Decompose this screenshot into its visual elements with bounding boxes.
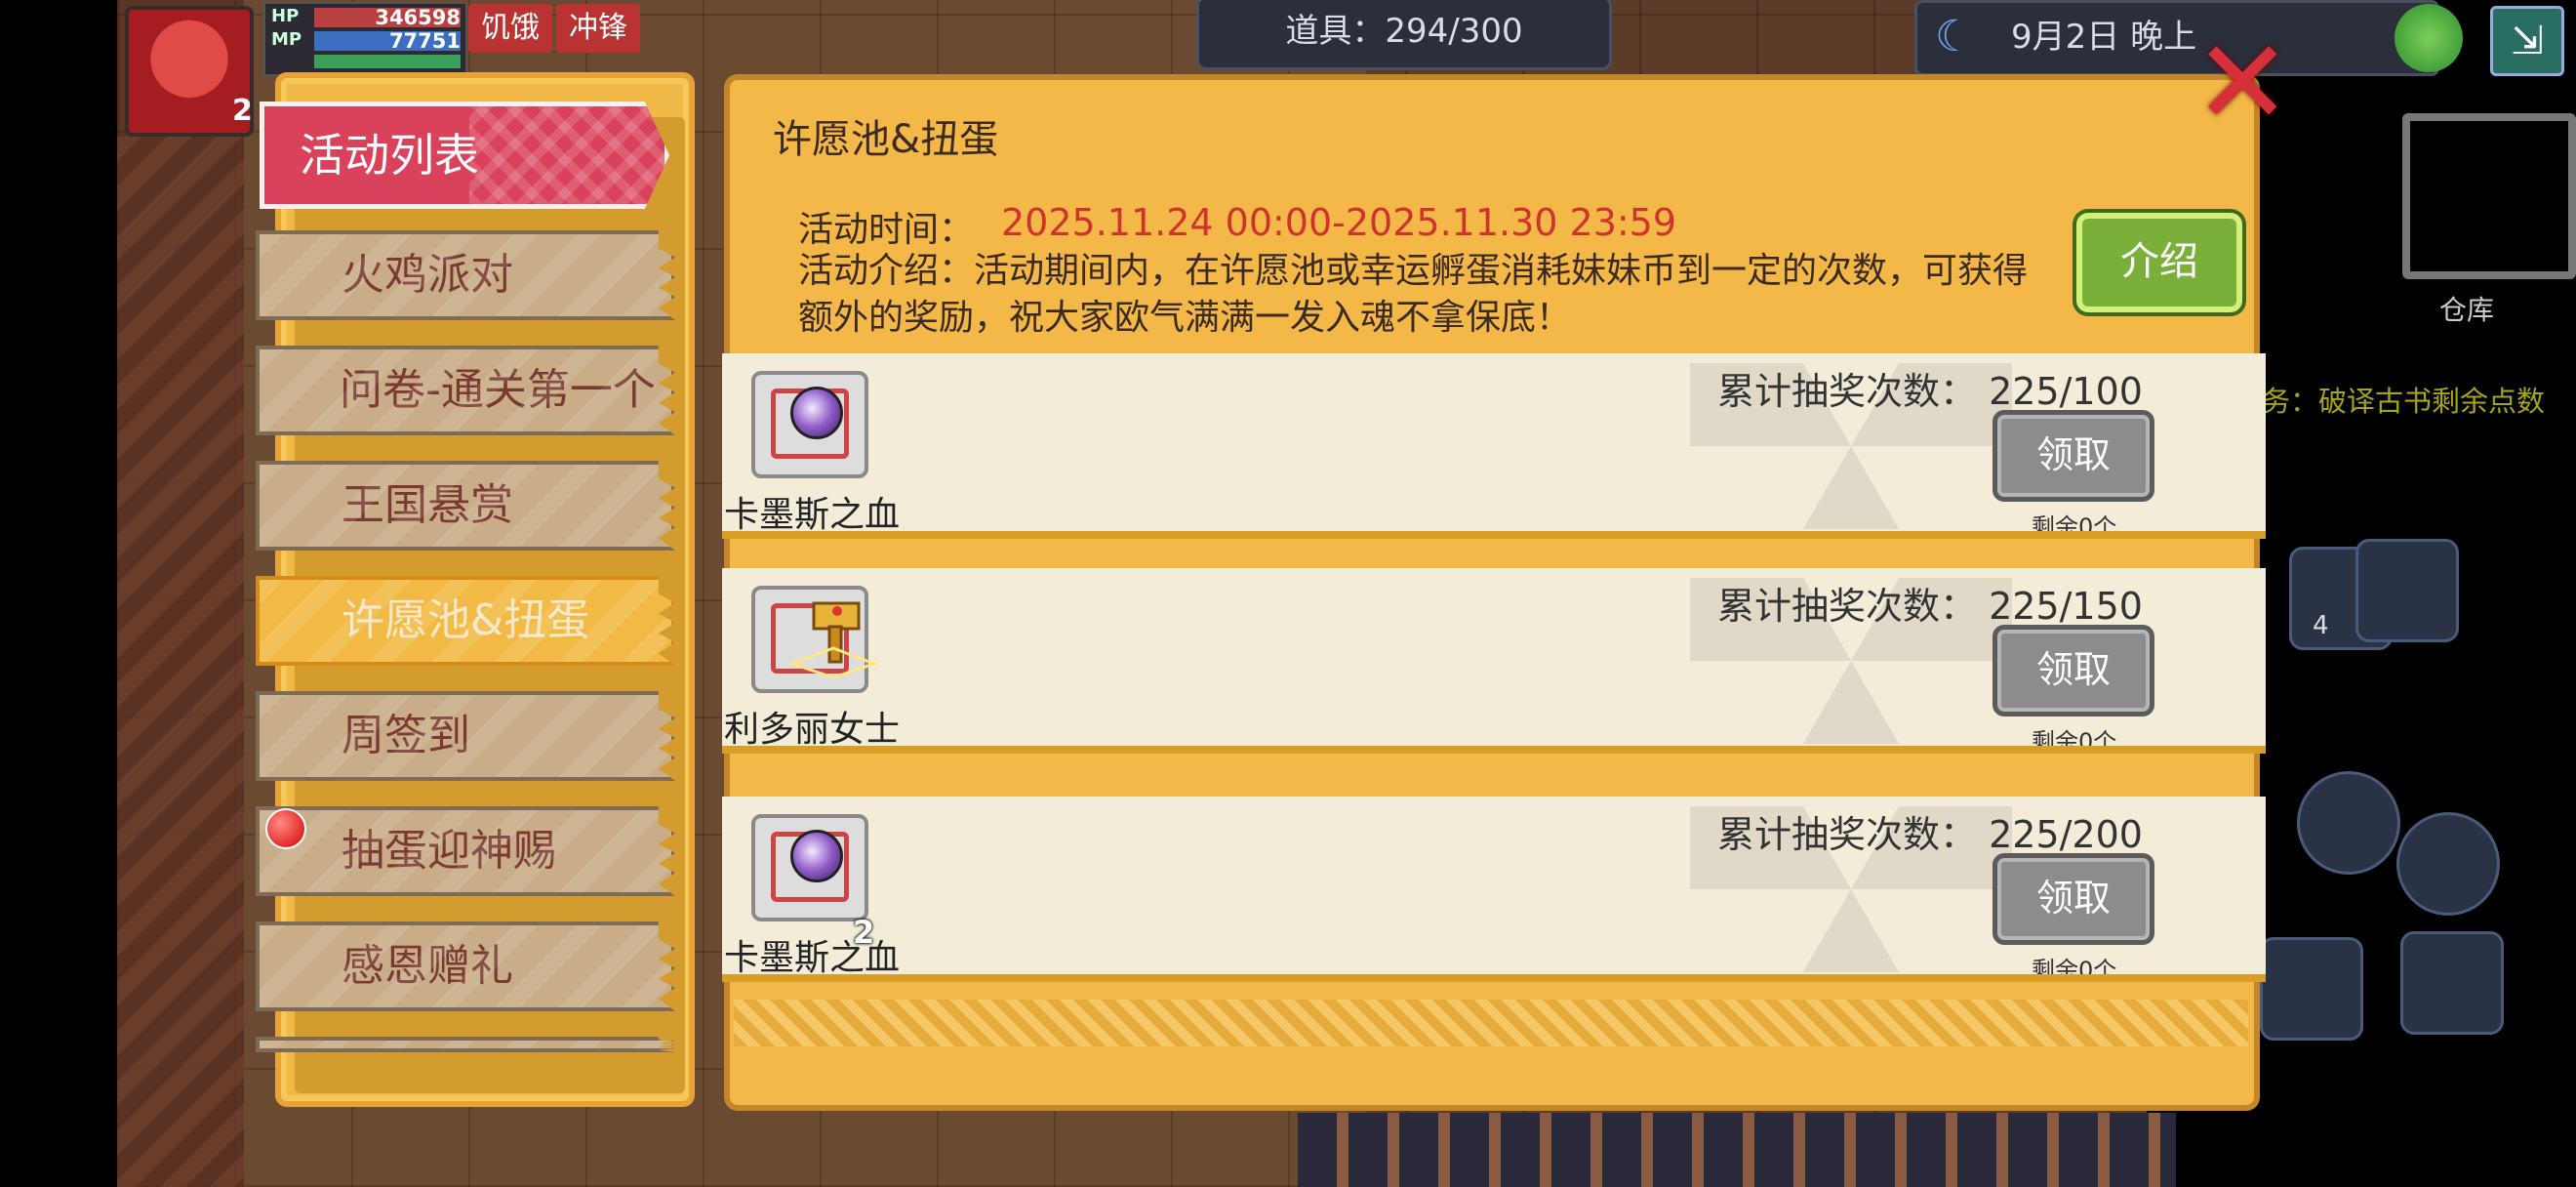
draw-count-progress: 累计抽奖次数： 225/100 (1717, 370, 2143, 413)
remaining-count: 剩余0个 (2032, 513, 2117, 539)
tab-label: 问卷-通关第一个 (340, 365, 656, 415)
potion-icon (790, 387, 843, 439)
claim-button[interactable]: 领取 (1992, 625, 2154, 716)
golden-hammer-icon (787, 601, 879, 679)
player-stats: HP 346598 MP 77751 (263, 2, 467, 76)
brick-wall (117, 137, 244, 1187)
tab-label: 王国悬赏 (342, 480, 513, 530)
moon-icon: ☾ (1935, 12, 1974, 61)
status-hungry-badge: 饥饿 (468, 4, 552, 53)
minimap[interactable] (2402, 113, 2576, 279)
close-icon[interactable]: ✕ (2194, 25, 2292, 143)
reward-item-slot[interactable] (751, 586, 879, 693)
globe-icon[interactable] (2395, 4, 2463, 72)
activity-time-label: 活动时间： (798, 210, 975, 250)
draw-count-progress: 累计抽奖次数： 225/150 (1717, 585, 2143, 628)
warehouse-label[interactable]: 仓库 (2439, 289, 2494, 328)
remaining-count: 剩余0个 (2032, 728, 2117, 754)
reward-row: 卡墨斯之血 累计抽奖次数： 225/100 领取 剩余0个 (722, 353, 2266, 539)
reward-item-slot[interactable] (751, 371, 868, 478)
reward-item-slot[interactable] (751, 814, 868, 921)
status-charge-badge: 冲锋 (556, 4, 640, 53)
activity-title: 许愿池&扭蛋 (773, 117, 999, 162)
activity-time-value: 2025.11.24 00:00-2025.11.30 23:59 (1001, 201, 1677, 244)
reward-row: 2 卡墨斯之血 累计抽奖次数： 225/200 领取 剩余0个 (722, 797, 2266, 982)
date-text: 9月2日 晚上 (2011, 18, 2197, 57)
tab-label: 抽蛋迎神赐 (342, 826, 556, 876)
decorative-band (734, 1000, 2248, 1046)
date-time-display: ☾ 9月2日 晚上 (1914, 0, 2439, 76)
tab-label: 火鸡派对 (342, 250, 513, 300)
settings-gear-icon[interactable] (2297, 771, 2400, 875)
tab-label: 周签到 (342, 711, 470, 760)
tab-turkey-party[interactable]: 火鸡派对 (256, 230, 675, 320)
draw-count-progress: 累计抽奖次数： 225/200 (1717, 813, 2143, 856)
activity-list-header: 活动列表 (260, 102, 669, 209)
slot-count: 4 (2313, 611, 2329, 640)
remaining-count: 剩余0个 (2032, 957, 2117, 982)
target-icon[interactable] (2396, 812, 2500, 916)
tab-partial[interactable] (256, 1037, 675, 1052)
potion-icon (790, 830, 843, 882)
hp-label: HP (271, 6, 300, 26)
level-badge: 2 (232, 94, 253, 128)
chest-button[interactable] (2355, 539, 2459, 642)
mp-label: MP (271, 29, 302, 50)
reward-row: 利多丽女士 累计抽奖次数： 225/150 领取 剩余0个 (722, 568, 2266, 754)
tab-label: 感恩赠礼 (342, 941, 513, 991)
sword-icon[interactable] (2260, 937, 2363, 1041)
exit-icon[interactable]: ⇲ (2490, 6, 2564, 76)
notification-dot (265, 808, 306, 849)
items-counter[interactable]: 道具：294/300 (1196, 0, 1612, 70)
tab-wishing-well-gacha[interactable]: 许愿池&扭蛋 (256, 576, 675, 666)
quest-hint: 务：破译古书剩余点数 (2262, 385, 2546, 418)
hp-value: 346598 (375, 6, 461, 29)
tab-egg-blessing[interactable]: 抽蛋迎神赐 (256, 806, 675, 896)
tab-kingdom-bounty[interactable]: 王国悬赏 (256, 461, 675, 551)
tab-thanksgiving-gift[interactable]: 感恩赠礼 (256, 921, 675, 1011)
reward-item-name: 卡墨斯之血 (724, 495, 900, 535)
intro-button[interactable]: 介绍 (2076, 213, 2242, 312)
bow-icon[interactable] (2400, 931, 2504, 1035)
claim-button[interactable]: 领取 (1992, 410, 2154, 502)
sp-bar (314, 55, 461, 68)
tab-survey[interactable]: 问卷-通关第一个 (256, 346, 675, 435)
tab-weekly-checkin[interactable]: 周签到 (256, 691, 675, 781)
claim-button[interactable]: 领取 (1992, 853, 2154, 945)
reward-item-name: 利多丽女士 (724, 710, 900, 750)
floor-tiles (1298, 1113, 2176, 1187)
mp-value: 77751 (388, 29, 461, 53)
activity-description: 活动介绍：活动期间内，在许愿池或幸运孵蛋消耗妹妹币到一定的次数，可获得额外的奖励… (798, 251, 2029, 338)
tab-label: 许愿池&扭蛋 (342, 595, 590, 645)
reward-item-name: 卡墨斯之血 (724, 938, 900, 978)
